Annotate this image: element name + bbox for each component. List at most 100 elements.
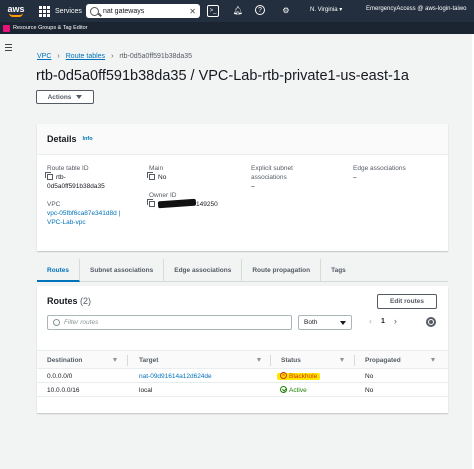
breadcrumb-vpc[interactable]: VPC: [37, 53, 51, 60]
column-divider: [270, 355, 271, 366]
main-label: Main: [149, 165, 164, 172]
explicit-subnet-field: Explicit subnet associations –: [251, 164, 293, 191]
copy-icon[interactable]: [147, 199, 155, 207]
chevron-right-icon: ›: [111, 53, 114, 60]
current-page[interactable]: 1: [381, 318, 385, 325]
sort-icon[interactable]: [340, 358, 344, 362]
main-value: No: [158, 174, 167, 181]
owner-id-value: 149250: [196, 201, 218, 208]
vpc-label: VPC: [47, 201, 61, 208]
breadcrumb-current: rtb-0d5a0ff591b38da35: [119, 53, 193, 60]
route-type-select[interactable]: Both: [298, 315, 352, 330]
caret-down-icon: [76, 95, 83, 99]
routes-panel: Routes (2) Edit routes Filter routes Bot…: [37, 286, 448, 413]
previous-page-icon[interactable]: ‹: [369, 316, 372, 326]
row-propagated: No: [365, 373, 374, 380]
routes-title: Routes: [47, 296, 78, 306]
explicit-subnet-label-2: associations: [251, 174, 287, 181]
explicit-subnet-value: –: [251, 183, 255, 190]
tab-route-propagation[interactable]: Route propagation: [242, 258, 322, 282]
row-target-link[interactable]: nat-09d91614a12d624de: [139, 373, 212, 380]
col-target[interactable]: Target: [139, 351, 158, 370]
row-destination: 0.0.0.0/0: [47, 373, 73, 380]
error-icon: [280, 370, 287, 383]
actions-button[interactable]: Actions: [36, 90, 94, 104]
route-table-id-value-1: rtb-: [56, 174, 66, 181]
explicit-subnet-label-1: Explicit subnet: [251, 165, 293, 172]
redacted-owner-id: [157, 198, 197, 209]
row-propagated: No: [365, 387, 374, 394]
resource-groups-link[interactable]: Resource Groups & Tag Editor: [13, 25, 88, 31]
edge-associations-label: Edge associations: [353, 165, 406, 172]
search-icon: [90, 6, 99, 16]
edit-routes-button[interactable]: Edit routes: [377, 294, 437, 309]
row-status: Active: [289, 387, 307, 394]
cloudshell-icon[interactable]: >_: [207, 5, 219, 17]
details-panel: Details Info Route table ID rtb- 0d5a0ff…: [37, 124, 448, 251]
services-menu[interactable]: Services: [55, 8, 82, 15]
route-table-id-value-2: 0d5a0ff591b38da35: [47, 183, 105, 190]
filter-routes-input[interactable]: Filter routes: [47, 315, 292, 330]
tab-subnet-associations[interactable]: Subnet associations: [80, 258, 165, 282]
column-divider: [127, 355, 128, 366]
pagination: ‹ 1 ›: [369, 316, 397, 326]
routes-count: (2): [80, 296, 92, 306]
sort-icon[interactable]: [431, 358, 435, 362]
tab-routes[interactable]: Routes: [37, 258, 81, 282]
vpc-link[interactable]: vpc-05fbf6ca87e341d8d |: [47, 209, 120, 218]
table-row: 0.0.0.0/0 nat-09d91614a12d624de Blackhol…: [37, 370, 448, 383]
resource-groups-icon: [3, 24, 10, 32]
table-row: 10.0.0.0/16 local Active No: [37, 384, 448, 397]
main-field: Main No Owner ID 149250: [147, 164, 218, 209]
vpc-name-link[interactable]: VPC-Lab-vpc: [47, 218, 120, 227]
edge-associations-value: –: [353, 174, 357, 181]
search-input[interactable]: nat gateways ✕: [86, 4, 200, 18]
col-propagated[interactable]: Propagated: [365, 351, 401, 370]
account-menu[interactable]: EmergencyAccess @ aws-login-taiwo: [366, 6, 466, 12]
success-check-icon: [280, 386, 287, 393]
details-heading: Details: [47, 134, 77, 144]
row-target: local: [139, 387, 153, 394]
search-value[interactable]: nat gateways: [103, 8, 144, 15]
aws-smile-icon: [9, 13, 23, 17]
details-header: Details Info: [37, 124, 448, 155]
copy-icon[interactable]: [45, 172, 53, 180]
preferences-gear-icon[interactable]: [426, 317, 436, 327]
row-destination: 10.0.0.0/16: [47, 387, 80, 394]
actions-label: Actions: [47, 93, 72, 101]
route-table-id-label: Route table ID: [47, 165, 89, 172]
next-page-icon[interactable]: ›: [394, 316, 397, 326]
sort-icon[interactable]: [257, 358, 261, 362]
route-type-value: Both: [304, 319, 318, 326]
services-grid-icon[interactable]: [37, 4, 51, 18]
breadcrumb: VPC › Route tables › rtb-0d5a0ff591b38da…: [37, 53, 192, 60]
status-badge: Blackhole: [277, 370, 321, 383]
clear-search-icon[interactable]: ✕: [189, 7, 196, 16]
routes-heading: Routes (2): [47, 296, 91, 306]
notifications-bell-icon[interactable]: 🔔︎: [232, 5, 244, 17]
side-nav-menu-icon[interactable]: [5, 44, 12, 53]
region-selector[interactable]: N. Virginia ▾: [310, 6, 342, 13]
route-table-id-field: Route table ID rtb- 0d5a0ff591b38da35 VP…: [45, 164, 120, 227]
breadcrumb-route-tables[interactable]: Route tables: [66, 53, 105, 60]
help-icon[interactable]: ?: [255, 5, 265, 15]
status-badge: Active: [280, 386, 307, 394]
settings-gear-icon[interactable]: ⚙︎: [280, 5, 292, 17]
chevron-right-icon: ›: [57, 53, 60, 60]
route-table-tabs: Routes Subnet associations Edge associat…: [37, 258, 448, 282]
column-divider: [354, 355, 355, 366]
tab-tags[interactable]: Tags: [321, 259, 356, 282]
tab-edge-associations[interactable]: Edge associations: [164, 258, 243, 282]
filter-placeholder: Filter routes: [64, 319, 99, 326]
col-status[interactable]: Status: [281, 351, 301, 370]
favorites-bar: Resource Groups & Tag Editor: [0, 22, 474, 34]
edge-associations-field: Edge associations –: [353, 164, 406, 182]
sort-icon[interactable]: [113, 358, 117, 362]
page-title: rtb-0d5a0ff591b38da35 / VPC-Lab-rtb-priv…: [36, 68, 409, 84]
info-link[interactable]: Info: [83, 136, 93, 142]
row-status: Blackhole: [289, 373, 318, 380]
aws-logo[interactable]: aws: [4, 0, 28, 22]
copy-icon[interactable]: [147, 172, 155, 180]
search-icon: [53, 319, 60, 326]
col-destination[interactable]: Destination: [47, 351, 82, 370]
